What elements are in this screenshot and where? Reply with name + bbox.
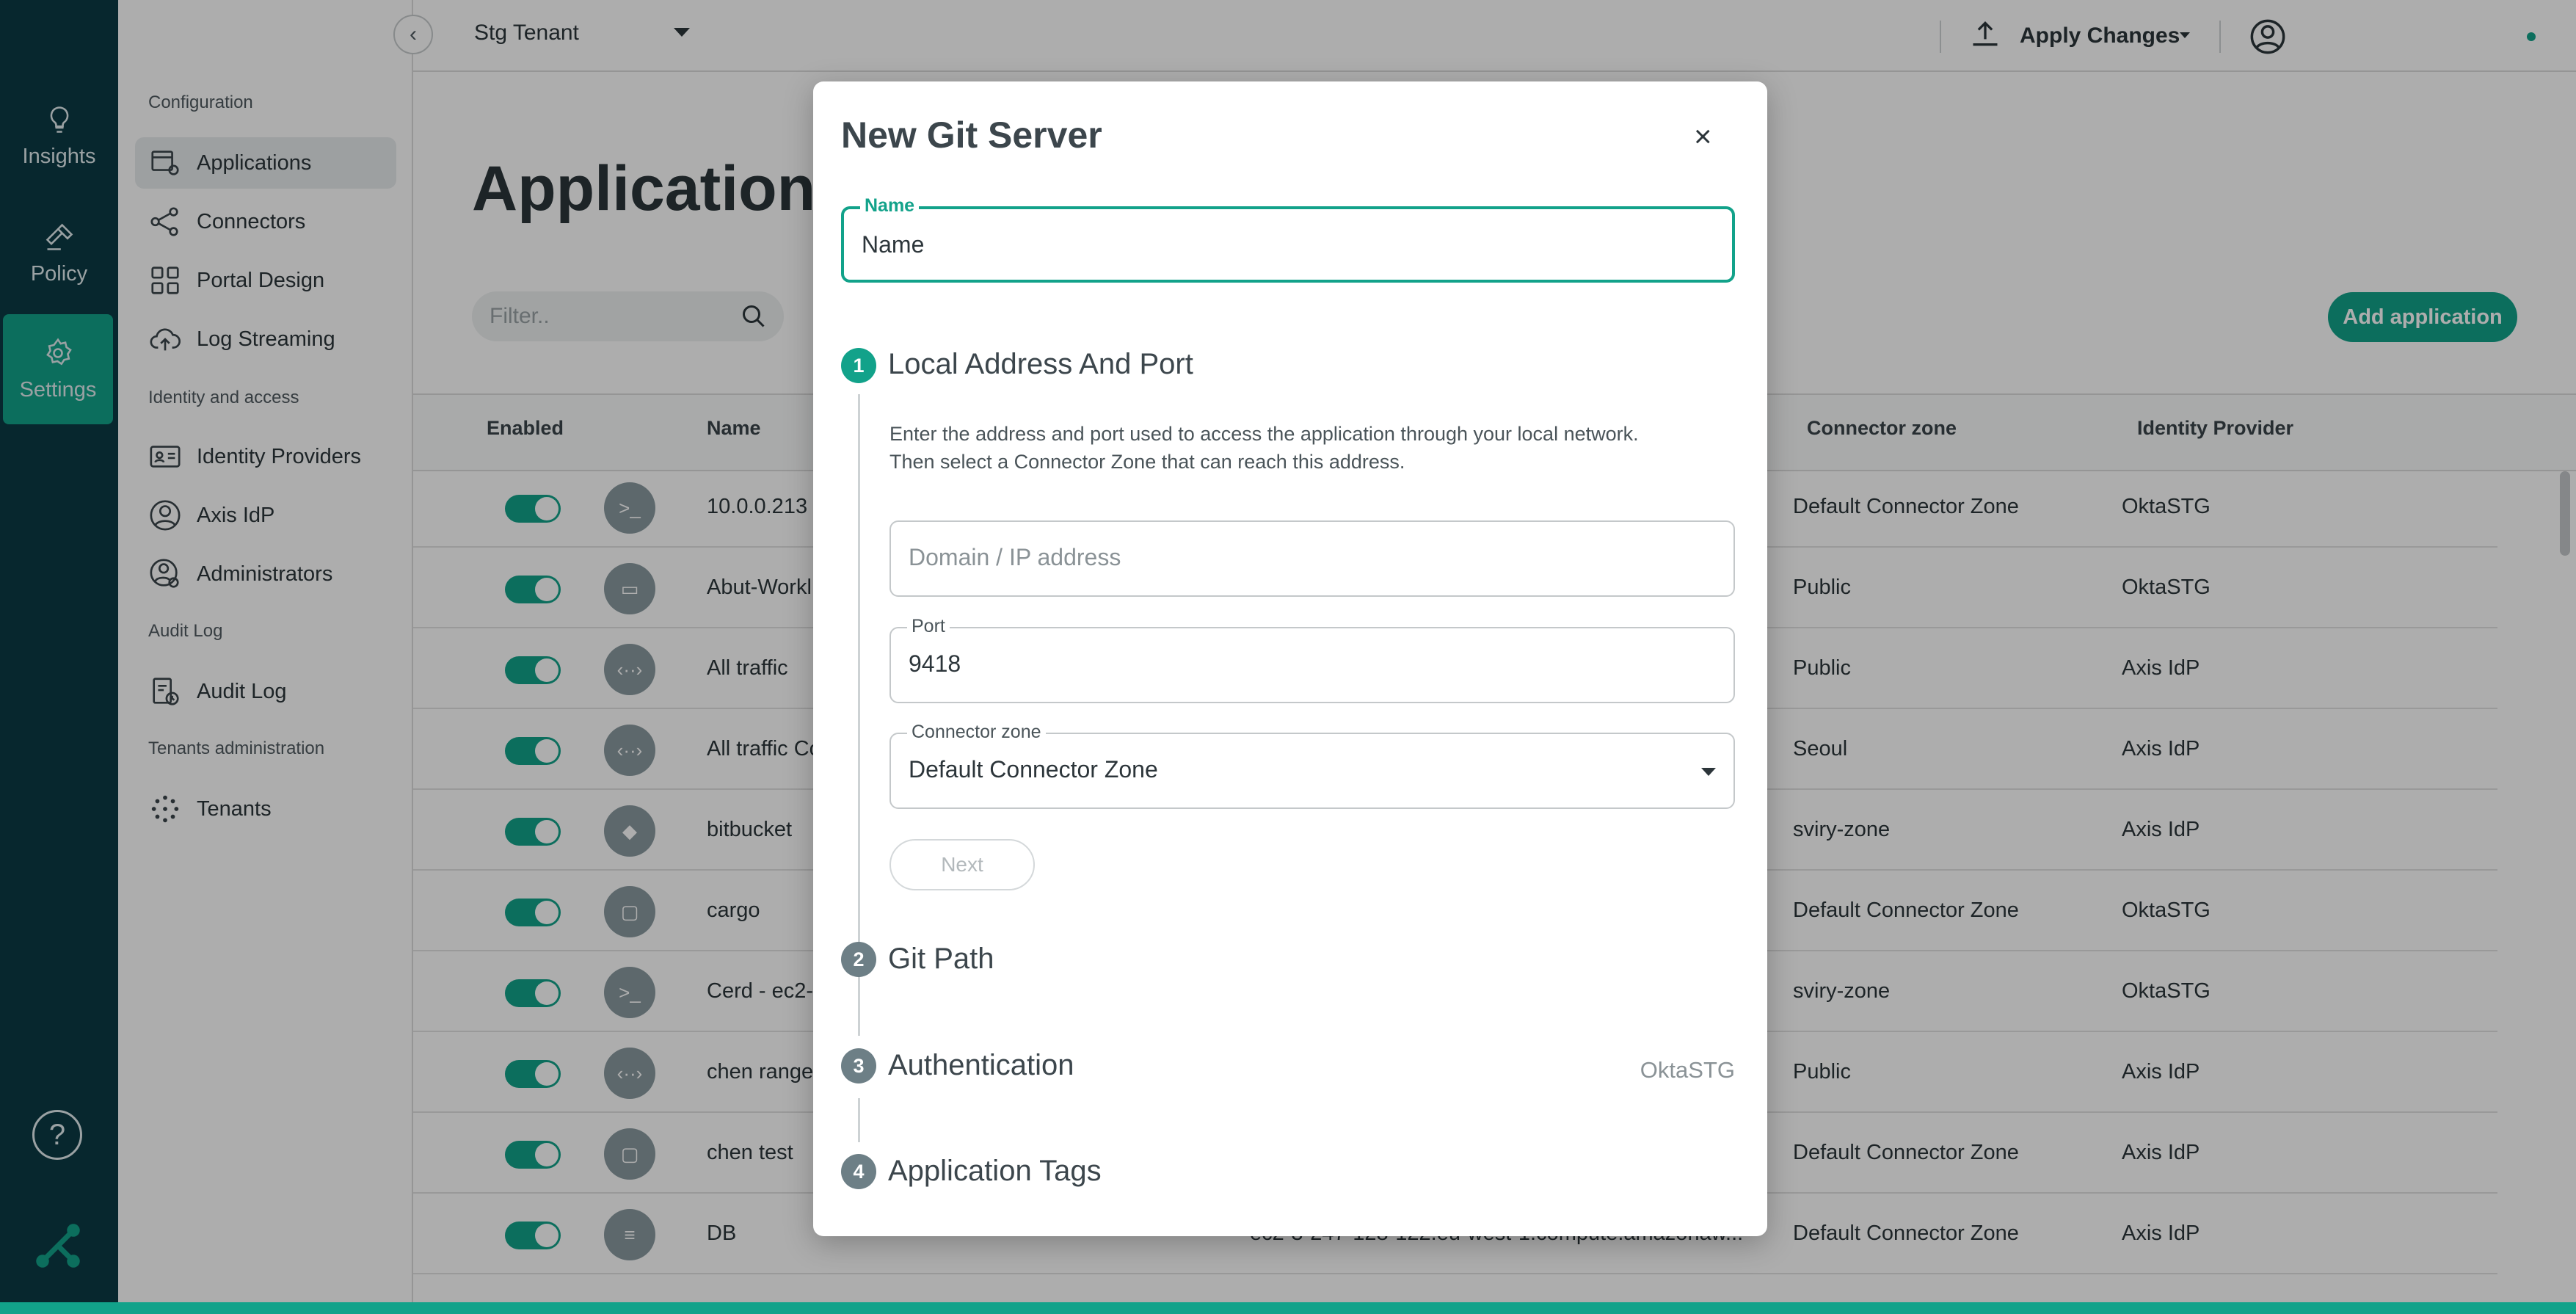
step-3-title[interactable]: Authentication [888, 1049, 1074, 1082]
step-2-badge: 2 [841, 942, 876, 977]
dialog-title: New Git Server [841, 115, 1102, 156]
connector-zone-value: Default Connector Zone [909, 756, 1158, 783]
name-field-label: Name [860, 195, 920, 217]
step-4-title[interactable]: Application Tags [888, 1155, 1102, 1188]
step-1-title[interactable]: Local Address And Port [888, 348, 1193, 381]
name-field[interactable]: Name Name [841, 195, 1735, 283]
connector-zone-label: Connector zone [907, 722, 1046, 743]
port-field-label: Port [907, 616, 950, 637]
domain-ip-field[interactable]: Domain / IP address [889, 520, 1735, 597]
step-connector-line [858, 1098, 860, 1142]
step-4-badge: 4 [841, 1154, 876, 1189]
port-field[interactable]: Port 9418 [889, 616, 1735, 703]
name-field-value: Name [862, 231, 925, 258]
step-connector-line [858, 394, 860, 1005]
step-1-badge: 1 [841, 348, 876, 383]
step-3-badge: 3 [841, 1048, 876, 1083]
step-2-title[interactable]: Git Path [888, 943, 994, 976]
new-git-server-dialog: New Git Server × Name Name 1 Local Addre… [813, 81, 1767, 1236]
close-icon[interactable]: × [1694, 121, 1712, 152]
step-connector-line [858, 992, 860, 1036]
step-1-description-line-2: Then select a Connector Zone that can re… [889, 451, 1405, 473]
step-3-value: OktaSTG [1640, 1057, 1735, 1083]
step-1-description-line-1: Enter the address and port used to acces… [889, 423, 1639, 445]
connector-zone-select[interactable]: Connector zone Default Connector Zone [889, 722, 1735, 809]
chevron-down-icon [1701, 768, 1716, 776]
next-button[interactable]: Next [889, 839, 1035, 890]
bottom-accent-bar [0, 1302, 2576, 1314]
domain-ip-placeholder: Domain / IP address [909, 544, 1121, 570]
port-field-value: 9418 [909, 650, 961, 677]
